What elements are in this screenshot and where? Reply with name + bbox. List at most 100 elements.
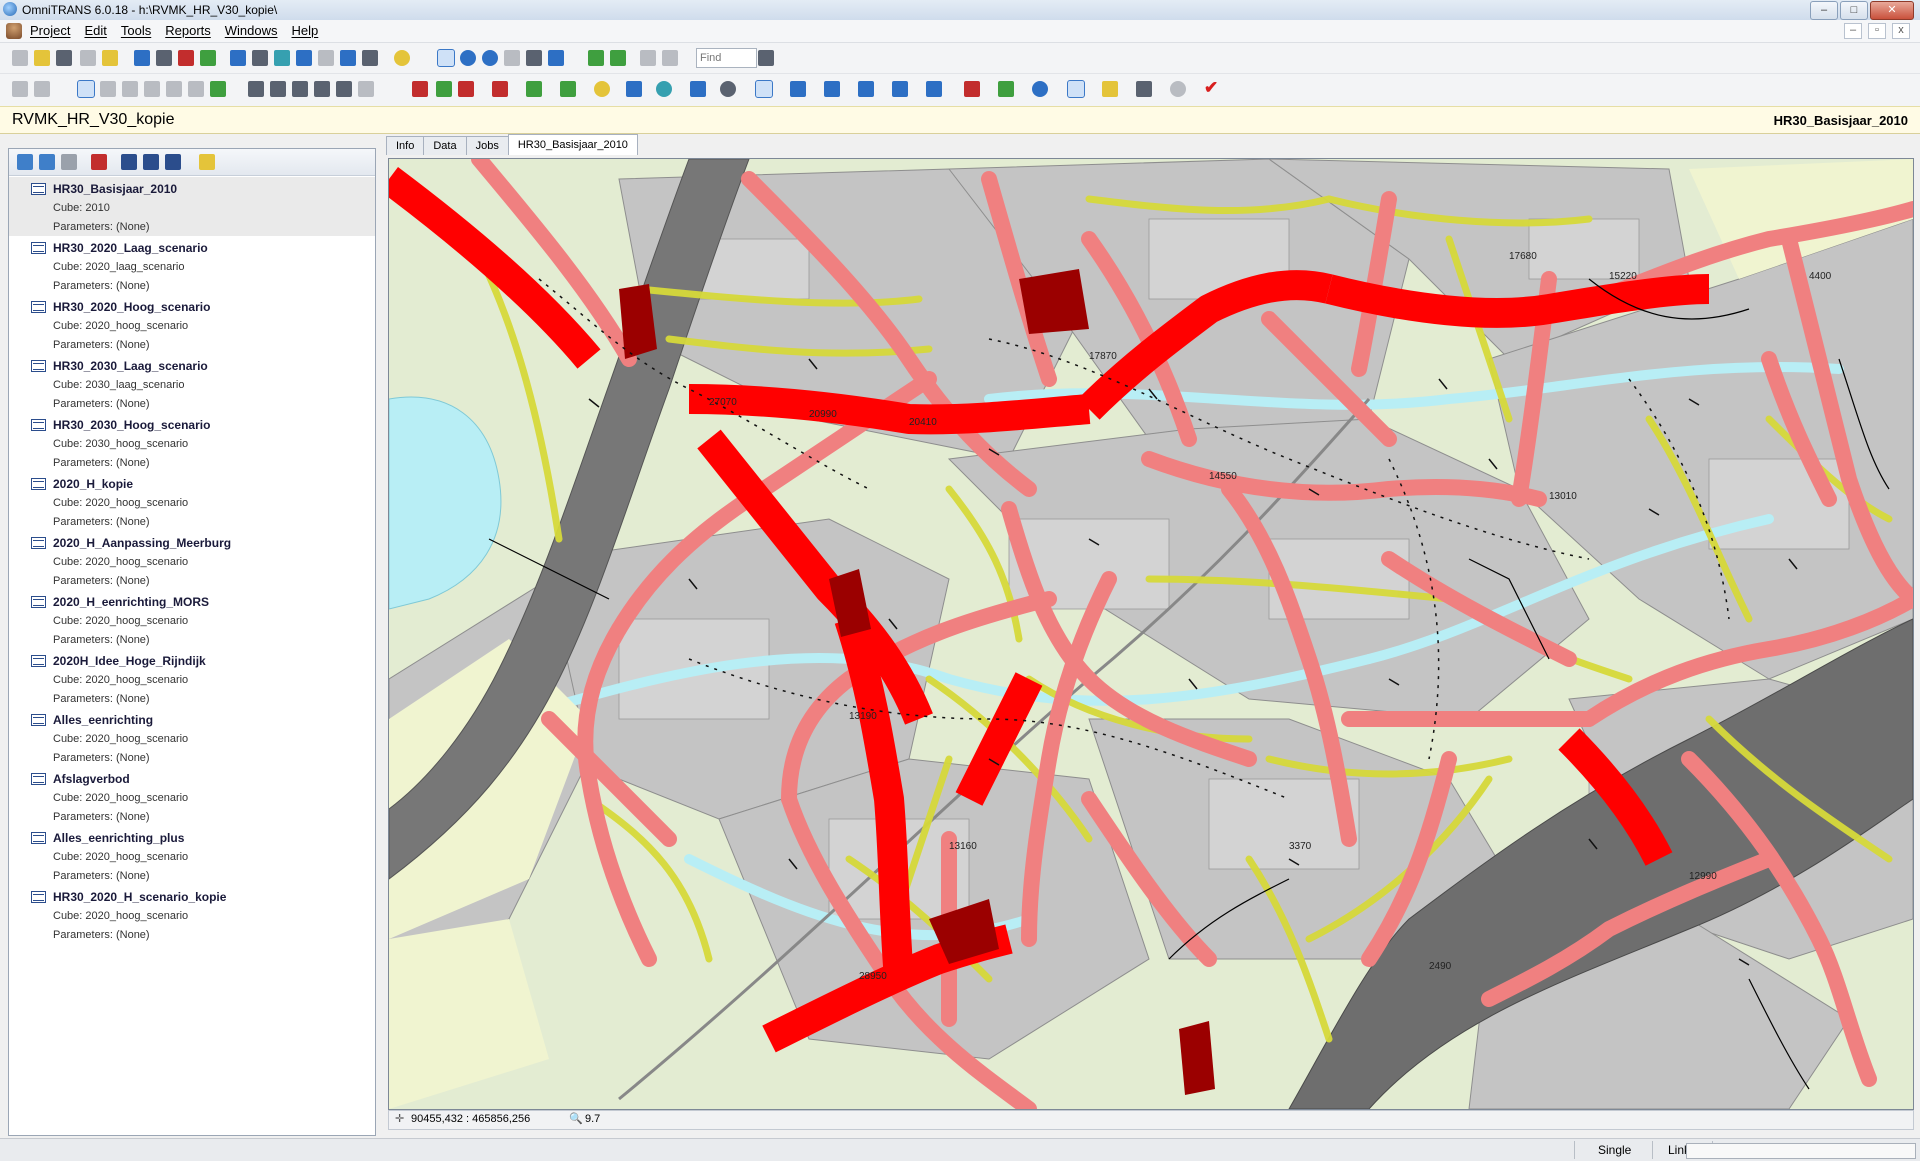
find-input[interactable]: Find (696, 48, 757, 68)
scenario-item[interactable]: 2020_H_Aanpassing_Meerburg Cube: 2020_hoo… (9, 531, 375, 590)
layers-icon[interactable] (230, 50, 246, 66)
scenario-item[interactable]: 2020H_Idee_Hoge_Rijndijk Cube: 2020_hoog_… (9, 649, 375, 708)
menu-reports[interactable]: Reports (165, 23, 211, 38)
select-lasso-icon[interactable] (336, 81, 352, 97)
menu-edit[interactable]: Edit (84, 23, 106, 38)
print-icon[interactable] (80, 50, 96, 66)
flow-band-icon[interactable] (1067, 80, 1085, 98)
camera-icon[interactable] (362, 50, 378, 66)
compare-variant-icon[interactable] (165, 154, 181, 170)
tab-data[interactable]: Data (423, 136, 467, 155)
maximize-button[interactable]: □ (1840, 1, 1868, 20)
route-tool-icon[interactable] (210, 81, 226, 97)
database-icon[interactable] (274, 50, 290, 66)
edit-icon[interactable] (548, 50, 564, 66)
minimize-button[interactable]: – (1810, 1, 1838, 20)
collapse-tree-icon[interactable] (39, 154, 55, 170)
script-icon[interactable] (318, 50, 334, 66)
menu-help[interactable]: Help (292, 23, 319, 38)
node-dot-icon[interactable] (720, 81, 736, 97)
scenario-item[interactable]: Alles_eenrichting Cube: 2020_hoog_scenari… (9, 708, 375, 767)
centroid-icon[interactable] (690, 81, 706, 97)
new-icon[interactable] (12, 50, 28, 66)
select-poly-icon[interactable] (292, 81, 308, 97)
new-variant-icon[interactable] (121, 154, 137, 170)
split-tool-icon[interactable] (144, 81, 160, 97)
map-canvas[interactable]: 27070 20990 20410 14550 17870 15220 1768… (389, 159, 1913, 1109)
assignment-icon[interactable] (560, 81, 576, 97)
pan-hand-icon[interactable] (504, 50, 520, 66)
pie-chart-icon[interactable] (1032, 81, 1048, 97)
node-tool-icon[interactable] (12, 81, 28, 97)
chart-icon[interactable] (134, 50, 150, 66)
mdi-minimize-button[interactable]: – (1844, 23, 1862, 39)
scenario-item[interactable]: HR30_2020_Laag_scenario Cube: 2020_laag_s… (9, 236, 375, 295)
save-icon[interactable] (56, 50, 72, 66)
list-icon[interactable] (1136, 81, 1152, 97)
select-circle-icon[interactable] (314, 81, 330, 97)
mdi-restore-button[interactable]: ▫ (1868, 23, 1886, 39)
binoculars-icon[interactable] (758, 50, 774, 66)
route-line-icon[interactable] (858, 81, 874, 97)
tree-level-icon[interactable] (61, 154, 77, 170)
scenario-item[interactable]: HR30_2020_Hoog_scenario Cube: 2020_hoog_s… (9, 295, 375, 354)
scenario-item[interactable]: 2020_H_eenrichting_MORS Cube: 2020_hoog_s… (9, 590, 375, 649)
open-folder-icon[interactable] (34, 50, 50, 66)
add-plus-icon[interactable] (436, 81, 452, 97)
theme-map-icon[interactable] (964, 81, 980, 97)
link-line-icon[interactable] (755, 80, 773, 98)
project-menu-icon[interactable] (6, 23, 22, 39)
select-buffer-icon[interactable] (358, 81, 374, 97)
menu-project[interactable]: Project (30, 23, 70, 38)
turn-arrow-icon[interactable] (790, 81, 806, 97)
turn-tool-icon[interactable] (100, 81, 116, 97)
scenario-item[interactable]: Afslagverbod Cube: 2020_hoog_scenario Para… (9, 767, 375, 826)
measure-tool-icon[interactable] (188, 81, 204, 97)
crossing-icon[interactable] (824, 81, 840, 97)
zoom-window-icon[interactable] (482, 50, 498, 66)
grid-icon[interactable] (252, 50, 268, 66)
select-arrow-icon[interactable] (640, 50, 656, 66)
menu-tools[interactable]: Tools (121, 23, 151, 38)
delete-variant-icon[interactable] (91, 154, 107, 170)
menu-windows[interactable]: Windows (225, 23, 278, 38)
label-icon[interactable] (1102, 81, 1118, 97)
matrix-icon[interactable] (156, 50, 172, 66)
job-icon[interactable] (296, 50, 312, 66)
magnify-icon[interactable] (1170, 81, 1186, 97)
validate-check-icon[interactable]: ✔ (1204, 78, 1218, 98)
cycle-icon[interactable] (588, 50, 604, 66)
scissors-icon[interactable] (458, 81, 474, 97)
link-tool-icon[interactable] (77, 80, 95, 98)
bus-icon[interactable] (892, 81, 908, 97)
matrix-flow-icon[interactable] (526, 81, 542, 97)
truck-tool-icon[interactable] (166, 81, 182, 97)
tab-jobs[interactable]: Jobs (465, 136, 509, 155)
flow-icon[interactable] (492, 81, 508, 97)
stop-icon[interactable] (926, 81, 942, 97)
scenario-item[interactable]: 2020_H_kopie Cube: 2020_hoog_scenario Para… (9, 472, 375, 531)
tab-variant-map[interactable]: HR30_Basisjaar_2010 (507, 134, 638, 155)
tab-info[interactable]: Info (386, 136, 425, 155)
scenario-item[interactable]: Alles_eenrichting_plus Cube: 2020_hoog_sc… (9, 826, 375, 885)
settings-gear-icon[interactable] (102, 50, 118, 66)
scenario-item[interactable]: HR30_2030_Laag_scenario Cube: 2030_laag_s… (9, 354, 375, 413)
zone-icon[interactable] (656, 81, 672, 97)
folder-icon[interactable] (199, 154, 215, 170)
zoom-out-icon[interactable] (460, 50, 476, 66)
network-icon[interactable] (178, 50, 194, 66)
query-icon[interactable] (412, 81, 428, 97)
scenario-item[interactable]: HR30_2030_Hoog_scenario Cube: 2030_hoog_s… (9, 413, 375, 472)
copy-variant-icon[interactable] (143, 154, 159, 170)
grid-select-icon[interactable] (626, 81, 642, 97)
star-tool-icon[interactable] (34, 81, 50, 97)
pointer-icon[interactable] (248, 81, 264, 97)
network-map[interactable]: 27070 20990 20410 14550 17870 15220 1768… (388, 158, 1914, 1110)
expand-tree-icon[interactable] (17, 154, 33, 170)
scenario-item[interactable]: HR30_2020_H_scenario_kopie Cube: 2020_hoo… (9, 885, 375, 944)
scenario-item[interactable]: HR30_Basisjaar_2010 Cube: 2010 Parameters:… (9, 177, 375, 236)
close-button[interactable]: ✕ (1870, 1, 1914, 20)
select-rect-icon[interactable] (270, 81, 286, 97)
mdi-close-button[interactable]: x (1892, 23, 1910, 39)
help-coin-icon[interactable] (394, 50, 410, 66)
